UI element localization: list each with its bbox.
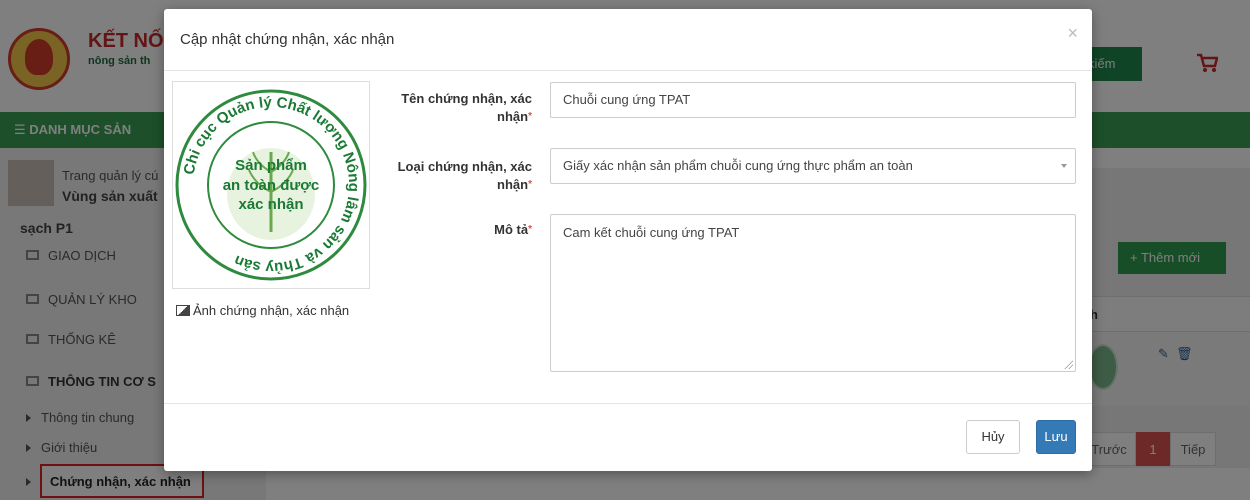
seal-line-3: xác nhận bbox=[238, 196, 303, 213]
image-icon bbox=[176, 305, 190, 316]
modal-header: Cập nhật chứng nhận, xác nhận × bbox=[164, 9, 1092, 71]
modal-title: Cập nhật chứng nhận, xác nhận bbox=[180, 31, 395, 48]
description-label: Mô tả* bbox=[494, 222, 532, 237]
cancel-button[interactable]: Hủy bbox=[966, 420, 1020, 454]
type-select[interactable]: Giấy xác nhận sản phẩm chuỗi cung ứng th… bbox=[550, 148, 1076, 184]
save-button[interactable]: Lưu bbox=[1036, 420, 1076, 454]
seal-line-2: an toàn được bbox=[223, 177, 320, 194]
chevron-down-icon bbox=[1061, 164, 1067, 168]
name-field[interactable]: Chuỗi cung ứng TPAT bbox=[550, 82, 1076, 118]
update-certificate-modal: Cập nhật chứng nhận, xác nhận × Chi cục … bbox=[164, 9, 1092, 471]
resize-handle[interactable] bbox=[1063, 359, 1073, 369]
seal-line-1: Sản phẩm bbox=[235, 157, 307, 174]
certificate-image[interactable]: Chi cục Quản lý Chất lượng Nông lâm sản … bbox=[172, 81, 370, 289]
modal-footer: Hủy Lưu bbox=[164, 403, 1092, 471]
type-label: Loại chứng nhận, xác nhận* bbox=[397, 159, 532, 192]
name-label: Tên chứng nhận, xác nhận* bbox=[401, 91, 532, 124]
close-icon[interactable]: × bbox=[1067, 23, 1078, 44]
certificate-seal: Chi cục Quản lý Chất lượng Nông lâm sản … bbox=[175, 89, 367, 281]
description-field[interactable]: Cam kết chuỗi cung ứng TPAT bbox=[550, 214, 1076, 372]
certificate-image-caption[interactable]: Ảnh chứng nhận, xác nhận bbox=[176, 303, 349, 318]
